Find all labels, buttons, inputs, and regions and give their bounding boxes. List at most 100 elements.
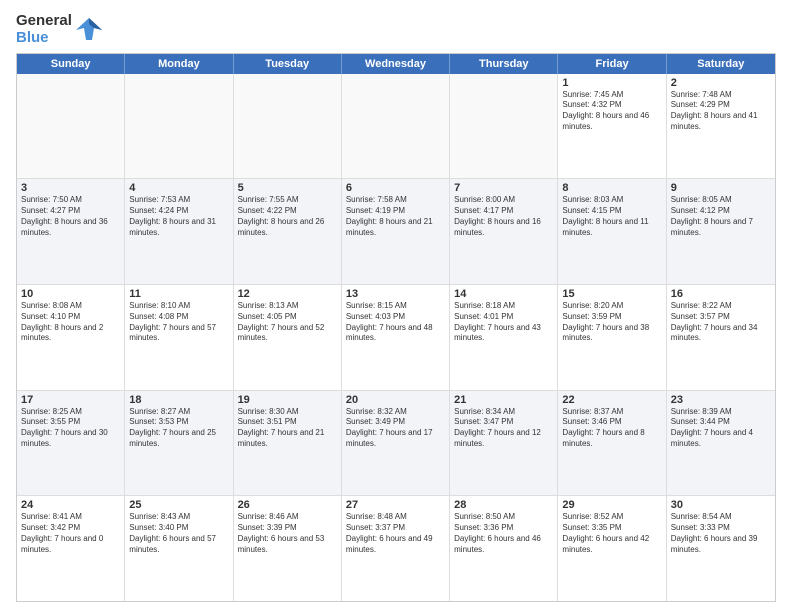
day-cell-30: 30Sunrise: 8:54 AM Sunset: 3:33 PM Dayli…	[667, 496, 775, 601]
calendar-week-1: 1Sunrise: 7:45 AM Sunset: 4:32 PM Daylig…	[17, 74, 775, 180]
empty-cell	[450, 74, 558, 179]
calendar-week-2: 3Sunrise: 7:50 AM Sunset: 4:27 PM Daylig…	[17, 179, 775, 285]
day-number: 4	[129, 182, 228, 194]
day-cell-22: 22Sunrise: 8:37 AM Sunset: 3:46 PM Dayli…	[558, 391, 666, 496]
calendar-header: SundayMondayTuesdayWednesdayThursdayFrid…	[17, 54, 775, 74]
day-number: 20	[346, 394, 445, 406]
day-info: Sunrise: 8:37 AM Sunset: 3:46 PM Dayligh…	[562, 407, 661, 450]
day-info: Sunrise: 8:20 AM Sunset: 3:59 PM Dayligh…	[562, 301, 661, 344]
day-info: Sunrise: 8:15 AM Sunset: 4:03 PM Dayligh…	[346, 301, 445, 344]
day-number: 3	[21, 182, 120, 194]
logo: General Blue	[16, 12, 104, 47]
day-number: 10	[21, 288, 120, 300]
calendar-body: 1Sunrise: 7:45 AM Sunset: 4:32 PM Daylig…	[17, 74, 775, 602]
day-number: 28	[454, 499, 553, 511]
page-header: General Blue	[16, 12, 776, 47]
day-info: Sunrise: 8:50 AM Sunset: 3:36 PM Dayligh…	[454, 512, 553, 555]
day-info: Sunrise: 8:48 AM Sunset: 3:37 PM Dayligh…	[346, 512, 445, 555]
day-cell-13: 13Sunrise: 8:15 AM Sunset: 4:03 PM Dayli…	[342, 285, 450, 390]
day-number: 26	[238, 499, 337, 511]
day-info: Sunrise: 7:53 AM Sunset: 4:24 PM Dayligh…	[129, 195, 228, 238]
day-number: 17	[21, 394, 120, 406]
day-number: 14	[454, 288, 553, 300]
col-header-sunday: Sunday	[17, 54, 125, 74]
calendar-week-4: 17Sunrise: 8:25 AM Sunset: 3:55 PM Dayli…	[17, 391, 775, 497]
day-number: 16	[671, 288, 771, 300]
day-cell-10: 10Sunrise: 8:08 AM Sunset: 4:10 PM Dayli…	[17, 285, 125, 390]
day-info: Sunrise: 7:45 AM Sunset: 4:32 PM Dayligh…	[562, 90, 661, 133]
logo-bird-icon	[74, 14, 104, 44]
day-cell-28: 28Sunrise: 8:50 AM Sunset: 3:36 PM Dayli…	[450, 496, 558, 601]
day-number: 5	[238, 182, 337, 194]
day-number: 2	[671, 77, 771, 89]
day-number: 9	[671, 182, 771, 194]
day-cell-8: 8Sunrise: 8:03 AM Sunset: 4:15 PM Daylig…	[558, 179, 666, 284]
day-number: 23	[671, 394, 771, 406]
col-header-monday: Monday	[125, 54, 233, 74]
empty-cell	[234, 74, 342, 179]
day-cell-21: 21Sunrise: 8:34 AM Sunset: 3:47 PM Dayli…	[450, 391, 558, 496]
day-cell-1: 1Sunrise: 7:45 AM Sunset: 4:32 PM Daylig…	[558, 74, 666, 179]
day-number: 11	[129, 288, 228, 300]
day-info: Sunrise: 8:34 AM Sunset: 3:47 PM Dayligh…	[454, 407, 553, 450]
day-number: 15	[562, 288, 661, 300]
day-info: Sunrise: 8:05 AM Sunset: 4:12 PM Dayligh…	[671, 195, 771, 238]
empty-cell	[17, 74, 125, 179]
day-number: 22	[562, 394, 661, 406]
day-number: 7	[454, 182, 553, 194]
empty-cell	[125, 74, 233, 179]
day-info: Sunrise: 8:25 AM Sunset: 3:55 PM Dayligh…	[21, 407, 120, 450]
day-cell-19: 19Sunrise: 8:30 AM Sunset: 3:51 PM Dayli…	[234, 391, 342, 496]
day-cell-14: 14Sunrise: 8:18 AM Sunset: 4:01 PM Dayli…	[450, 285, 558, 390]
day-cell-20: 20Sunrise: 8:32 AM Sunset: 3:49 PM Dayli…	[342, 391, 450, 496]
day-info: Sunrise: 8:32 AM Sunset: 3:49 PM Dayligh…	[346, 407, 445, 450]
empty-cell	[342, 74, 450, 179]
day-info: Sunrise: 8:46 AM Sunset: 3:39 PM Dayligh…	[238, 512, 337, 555]
day-info: Sunrise: 8:39 AM Sunset: 3:44 PM Dayligh…	[671, 407, 771, 450]
day-cell-6: 6Sunrise: 7:58 AM Sunset: 4:19 PM Daylig…	[342, 179, 450, 284]
day-number: 25	[129, 499, 228, 511]
day-cell-3: 3Sunrise: 7:50 AM Sunset: 4:27 PM Daylig…	[17, 179, 125, 284]
day-cell-17: 17Sunrise: 8:25 AM Sunset: 3:55 PM Dayli…	[17, 391, 125, 496]
day-info: Sunrise: 8:27 AM Sunset: 3:53 PM Dayligh…	[129, 407, 228, 450]
day-cell-4: 4Sunrise: 7:53 AM Sunset: 4:24 PM Daylig…	[125, 179, 233, 284]
day-number: 24	[21, 499, 120, 511]
day-cell-7: 7Sunrise: 8:00 AM Sunset: 4:17 PM Daylig…	[450, 179, 558, 284]
day-number: 12	[238, 288, 337, 300]
day-number: 30	[671, 499, 771, 511]
col-header-tuesday: Tuesday	[234, 54, 342, 74]
col-header-friday: Friday	[558, 54, 666, 74]
day-cell-18: 18Sunrise: 8:27 AM Sunset: 3:53 PM Dayli…	[125, 391, 233, 496]
col-header-wednesday: Wednesday	[342, 54, 450, 74]
day-cell-11: 11Sunrise: 8:10 AM Sunset: 4:08 PM Dayli…	[125, 285, 233, 390]
day-number: 27	[346, 499, 445, 511]
day-info: Sunrise: 7:48 AM Sunset: 4:29 PM Dayligh…	[671, 90, 771, 133]
day-info: Sunrise: 8:10 AM Sunset: 4:08 PM Dayligh…	[129, 301, 228, 344]
day-info: Sunrise: 8:43 AM Sunset: 3:40 PM Dayligh…	[129, 512, 228, 555]
day-number: 18	[129, 394, 228, 406]
day-cell-9: 9Sunrise: 8:05 AM Sunset: 4:12 PM Daylig…	[667, 179, 775, 284]
calendar-week-3: 10Sunrise: 8:08 AM Sunset: 4:10 PM Dayli…	[17, 285, 775, 391]
day-number: 13	[346, 288, 445, 300]
day-info: Sunrise: 8:00 AM Sunset: 4:17 PM Dayligh…	[454, 195, 553, 238]
day-cell-24: 24Sunrise: 8:41 AM Sunset: 3:42 PM Dayli…	[17, 496, 125, 601]
day-number: 29	[562, 499, 661, 511]
day-cell-15: 15Sunrise: 8:20 AM Sunset: 3:59 PM Dayli…	[558, 285, 666, 390]
day-info: Sunrise: 8:08 AM Sunset: 4:10 PM Dayligh…	[21, 301, 120, 344]
day-number: 8	[562, 182, 661, 194]
day-number: 6	[346, 182, 445, 194]
logo-line1: General	[16, 12, 72, 29]
day-info: Sunrise: 7:58 AM Sunset: 4:19 PM Dayligh…	[346, 195, 445, 238]
day-info: Sunrise: 7:50 AM Sunset: 4:27 PM Dayligh…	[21, 195, 120, 238]
day-cell-12: 12Sunrise: 8:13 AM Sunset: 4:05 PM Dayli…	[234, 285, 342, 390]
day-number: 1	[562, 77, 661, 89]
logo-line2: Blue	[16, 29, 72, 46]
day-number: 21	[454, 394, 553, 406]
day-info: Sunrise: 7:55 AM Sunset: 4:22 PM Dayligh…	[238, 195, 337, 238]
day-cell-29: 29Sunrise: 8:52 AM Sunset: 3:35 PM Dayli…	[558, 496, 666, 601]
col-header-saturday: Saturday	[667, 54, 775, 74]
day-cell-25: 25Sunrise: 8:43 AM Sunset: 3:40 PM Dayli…	[125, 496, 233, 601]
day-info: Sunrise: 8:03 AM Sunset: 4:15 PM Dayligh…	[562, 195, 661, 238]
day-info: Sunrise: 8:22 AM Sunset: 3:57 PM Dayligh…	[671, 301, 771, 344]
col-header-thursday: Thursday	[450, 54, 558, 74]
